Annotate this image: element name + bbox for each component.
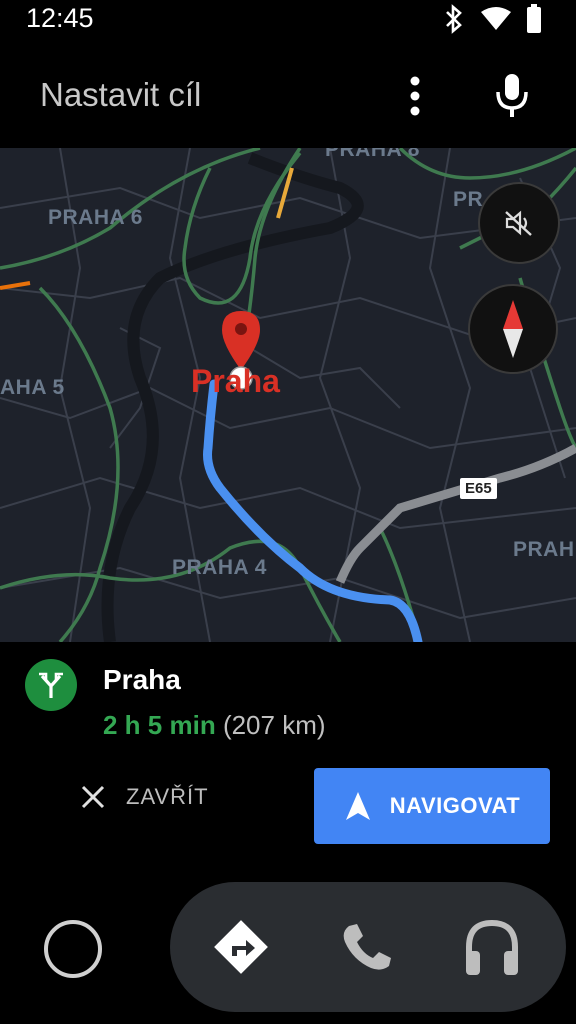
app-dock — [170, 882, 566, 1012]
battery-icon — [527, 4, 541, 33]
bluetooth-icon — [446, 4, 462, 34]
route-badge — [25, 659, 77, 711]
mute-button[interactable] — [478, 182, 560, 264]
close-button[interactable]: ZAVŘÍT — [78, 782, 209, 812]
travel-distance: (207 km) — [222, 710, 326, 740]
status-icons — [442, 4, 542, 34]
district-label: PRAH — [513, 538, 575, 561]
directions-icon — [214, 920, 268, 974]
clock: 12:45 — [26, 3, 94, 33]
highway-badge: E65 — [460, 478, 497, 499]
fork-route-icon — [39, 672, 63, 698]
city-label: Praha — [191, 363, 280, 399]
music-app-button[interactable] — [460, 916, 524, 980]
home-button[interactable] — [44, 920, 102, 978]
district-label: PRAHA 8 — [325, 148, 420, 161]
status-bar: 12:45 — [0, 0, 576, 40]
district-label: PR — [453, 188, 484, 211]
travel-duration: 2 h 5 min — [103, 710, 216, 740]
district-label: PRAHA 4 — [172, 556, 267, 579]
microphone-icon[interactable] — [494, 72, 530, 118]
district-label: PRAHA 6 — [48, 206, 143, 229]
navigate-label: NAVIGOVAT — [389, 793, 521, 818]
destination-panel: Praha 2 h 5 min (207 km) ZAVŘÍT NAVIGOVA… — [0, 642, 576, 882]
compass-button[interactable] — [468, 284, 558, 374]
destination-name: Praha — [103, 664, 181, 695]
phone-icon — [343, 924, 391, 970]
mute-icon — [505, 210, 532, 236]
close-icon — [81, 785, 105, 809]
navigation-app-button[interactable] — [210, 916, 272, 978]
destination-search-input[interactable]: Nastavit cíl — [40, 76, 201, 114]
map-view[interactable]: PRAHA 6 AHA 5 PRAHA 4 PRAHA 8 PR PRAH Pr… — [0, 148, 576, 642]
compass-icon — [503, 300, 523, 358]
navigate-button[interactable]: NAVIGOVAT — [314, 768, 550, 844]
more-options-icon[interactable] — [400, 74, 430, 118]
close-label: ZAVŘÍT — [126, 784, 209, 809]
search-header: Nastavit cíl — [0, 40, 576, 148]
bottom-bar — [0, 882, 576, 1024]
navigation-arrow-icon — [345, 792, 370, 820]
phone-app-button[interactable] — [335, 918, 395, 978]
wifi-icon — [481, 7, 511, 30]
district-label: AHA 5 — [0, 376, 65, 399]
headphones-icon — [466, 919, 518, 975]
eta-line: 2 h 5 min (207 km) — [103, 710, 326, 741]
